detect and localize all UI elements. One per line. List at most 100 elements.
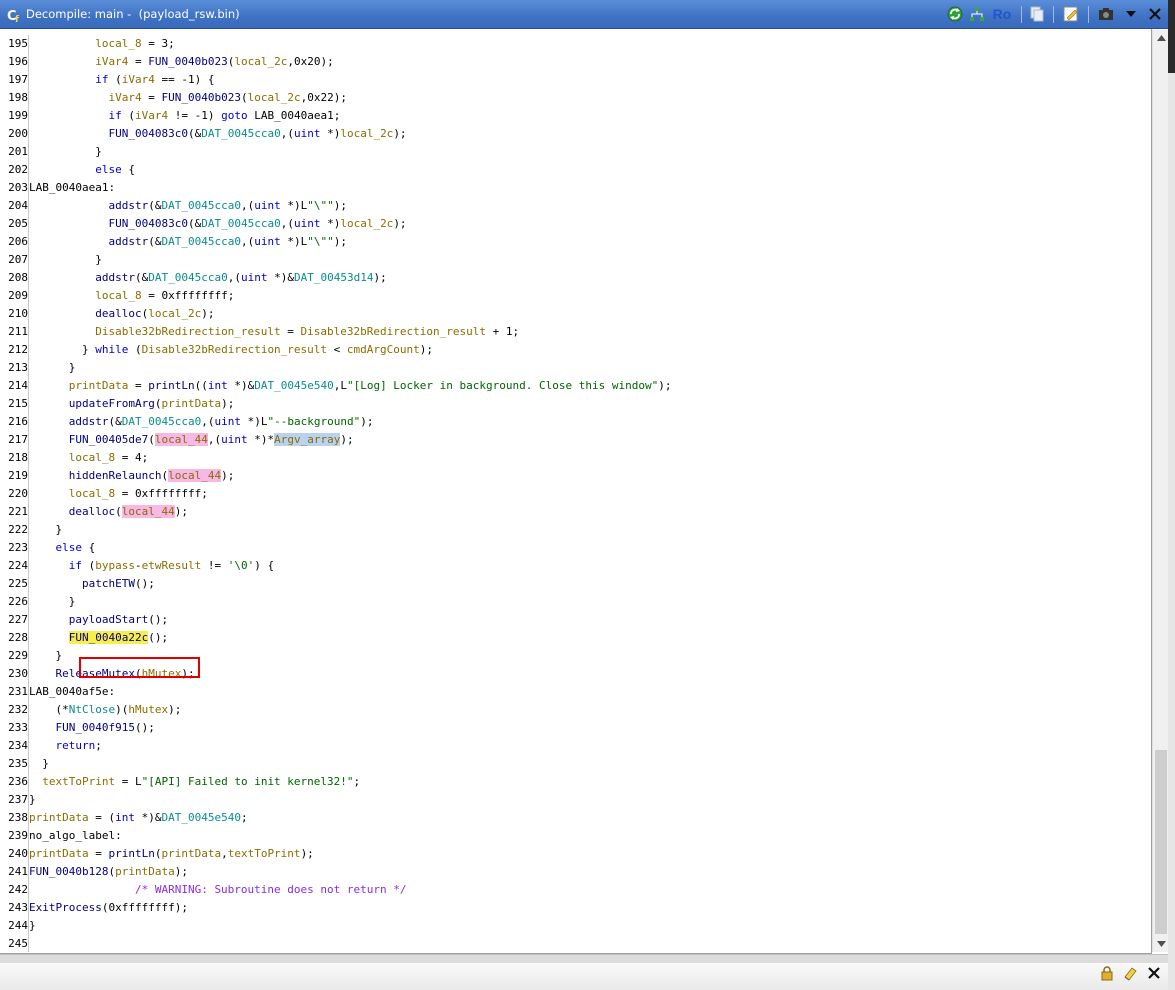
code-text[interactable]: iVar4 = FUN_0040b023(local_2c,0x22); <box>29 91 346 104</box>
code-line[interactable]: 229 } <box>0 647 1150 665</box>
dropdown-menu-button[interactable] <box>1122 5 1140 23</box>
code-line[interactable]: 236 textToPrint = L"[API] Failed to init… <box>0 773 1150 791</box>
code-line[interactable]: 230 ReleaseMutex(hMutex); <box>0 665 1150 683</box>
code-line[interactable]: 242 /* WARNING: Subroutine does not retu… <box>0 881 1150 899</box>
edit-button[interactable] <box>1062 5 1080 23</box>
decompiler-listing[interactable]: 195 local_8 = 3; 196 iVar4 = FUN_0040b023… <box>0 30 1151 952</box>
function-graph-button[interactable] <box>968 5 986 23</box>
code-line[interactable]: 238printData = (int *)&DAT_0045e540; <box>0 809 1150 827</box>
code-line[interactable]: 209 local_8 = 0xffffffff; <box>0 287 1150 305</box>
code-line[interactable]: 203LAB_0040aea1: <box>0 179 1150 197</box>
code-text[interactable]: ReleaseMutex(hMutex); <box>29 667 195 680</box>
code-line[interactable]: 195 local_8 = 3; <box>0 35 1150 53</box>
code-text[interactable]: hiddenRelaunch(local_44); <box>29 469 234 482</box>
code-text[interactable]: } <box>29 253 102 266</box>
code-line[interactable]: 241FUN_0040b128(printData); <box>0 863 1150 881</box>
code-line[interactable]: 220 local_8 = 0xffffffff; <box>0 485 1150 503</box>
lock-button[interactable] <box>1098 964 1116 982</box>
code-text[interactable]: local_8 = 0xffffffff; <box>29 289 234 302</box>
close-window-button[interactable] <box>1146 5 1164 23</box>
code-text[interactable]: if (iVar4 == -1) { <box>29 73 214 86</box>
code-line[interactable]: 200 FUN_004083c0(&DAT_0045cca0,(uint *)l… <box>0 125 1150 143</box>
code-line[interactable]: 228 FUN_0040a22c(); <box>0 629 1150 647</box>
code-line[interactable]: 211 Disable32bRedirection_result = Disab… <box>0 323 1150 341</box>
code-line[interactable]: 243ExitProcess(0xffffffff); <box>0 899 1150 917</box>
code-text[interactable]: FUN_004083c0(&DAT_0045cca0,(uint *)local… <box>29 217 406 230</box>
code-line[interactable]: 221 dealloc(local_44); <box>0 503 1150 521</box>
code-text[interactable]: else { <box>29 163 135 176</box>
code-line[interactable]: 206 addstr(&DAT_0045cca0,(uint *)L"\""); <box>0 233 1150 251</box>
eraser-button[interactable] <box>1121 964 1139 982</box>
code-text[interactable]: } <box>29 145 102 158</box>
code-line[interactable]: 245 <box>0 935 1150 952</box>
code-text[interactable]: ExitProcess(0xffffffff); <box>29 901 188 914</box>
code-text[interactable]: iVar4 = FUN_0040b023(local_2c,0x20); <box>29 55 333 68</box>
code-line[interactable]: 244} <box>0 917 1150 935</box>
code-line[interactable]: 197 if (iVar4 == -1) { <box>0 71 1150 89</box>
copy-button[interactable] <box>1028 5 1046 23</box>
code-line[interactable]: 214 printData = printLn((int *)&DAT_0045… <box>0 377 1150 395</box>
vertical-scrollbar[interactable] <box>1152 30 1168 952</box>
code-line[interactable]: 233 FUN_0040f915(); <box>0 719 1150 737</box>
code-line[interactable]: 235 } <box>0 755 1150 773</box>
code-text[interactable]: patchETW(); <box>29 577 155 590</box>
code-line[interactable]: 212 } while (Disable32bRedirection_resul… <box>0 341 1150 359</box>
code-line[interactable]: 215 updateFromArg(printData); <box>0 395 1150 413</box>
scrollbar-thumb[interactable] <box>1155 750 1167 934</box>
code-text[interactable]: payloadStart(); <box>29 613 168 626</box>
code-text[interactable]: addstr(&DAT_0045cca0,(uint *)&DAT_00453d… <box>29 271 386 284</box>
scroll-down-button[interactable] <box>1153 936 1169 952</box>
code-line[interactable]: 204 addstr(&DAT_0045cca0,(uint *)L"\""); <box>0 197 1150 215</box>
read-only-button[interactable]: Ro <box>990 5 1014 23</box>
code-text[interactable]: /* WARNING: Subroutine does not return *… <box>29 883 407 896</box>
code-text[interactable]: FUN_004083c0(&DAT_0045cca0,(uint *)local… <box>29 127 406 140</box>
code-text[interactable]: textToPrint = L"[API] Failed to init ker… <box>29 775 360 788</box>
code-line[interactable]: 231LAB_0040af5e: <box>0 683 1150 701</box>
code-text[interactable]: } <box>29 595 76 608</box>
code-text[interactable]: } while (Disable32bRedirection_result < … <box>29 343 433 356</box>
code-text[interactable]: printData = printLn(printData,textToPrin… <box>29 847 314 860</box>
code-line[interactable]: 198 iVar4 = FUN_0040b023(local_2c,0x22); <box>0 89 1150 107</box>
code-line[interactable]: 234 return; <box>0 737 1150 755</box>
code-text[interactable]: } <box>29 793 36 806</box>
code-line[interactable]: 205 FUN_004083c0(&DAT_0045cca0,(uint *)l… <box>0 215 1150 233</box>
code-line[interactable]: 218 local_8 = 4; <box>0 449 1150 467</box>
code-line[interactable]: 225 patchETW(); <box>0 575 1150 593</box>
code-text[interactable]: else { <box>29 541 96 554</box>
code-text[interactable]: LAB_0040aea1: <box>29 181 115 194</box>
code-line[interactable]: 210 dealloc(local_2c); <box>0 305 1150 323</box>
code-text[interactable]: } <box>29 757 49 770</box>
scroll-up-button[interactable] <box>1153 30 1169 46</box>
code-line[interactable]: 217 FUN_00405de7(local_44,(uint *)*Argv_… <box>0 431 1150 449</box>
code-line[interactable]: 199 if (iVar4 != -1) goto LAB_0040aea1; <box>0 107 1150 125</box>
code-text[interactable]: printData = printLn((int *)&DAT_0045e540… <box>29 379 672 392</box>
code-text[interactable]: } <box>29 919 36 932</box>
refresh-button[interactable] <box>946 5 964 23</box>
code-line[interactable]: 226 } <box>0 593 1150 611</box>
code-text[interactable]: no_algo_label: <box>29 829 122 842</box>
code-text[interactable]: addstr(&DAT_0045cca0,(uint *)L"--backgro… <box>29 415 374 428</box>
snapshot-button[interactable] <box>1097 5 1115 23</box>
code-line[interactable]: 232 (*NtClose)(hMutex); <box>0 701 1150 719</box>
code-line[interactable]: 219 hiddenRelaunch(local_44); <box>0 467 1150 485</box>
code-line[interactable]: 207 } <box>0 251 1150 269</box>
code-text[interactable]: local_8 = 3; <box>29 37 174 50</box>
code-text[interactable]: addstr(&DAT_0045cca0,(uint *)L"\""); <box>29 199 346 212</box>
code-line[interactable]: 208 addstr(&DAT_0045cca0,(uint *)&DAT_00… <box>0 269 1150 287</box>
code-text[interactable]: printData = (int *)&DAT_0045e540; <box>29 811 248 824</box>
horizontal-scrollbar[interactable] <box>0 955 1168 963</box>
code-line[interactable]: 227 payloadStart(); <box>0 611 1150 629</box>
code-text[interactable]: Disable32bRedirection_result = Disable32… <box>29 325 519 338</box>
code-text[interactable]: local_8 = 0xffffffff; <box>29 487 208 500</box>
code-text[interactable]: } <box>29 649 62 662</box>
code-line[interactable]: 237} <box>0 791 1150 809</box>
code-text[interactable]: if (iVar4 != -1) goto LAB_0040aea1; <box>29 109 340 122</box>
code-line[interactable]: 223 else { <box>0 539 1150 557</box>
code-text[interactable]: FUN_0040a22c(); <box>29 631 168 644</box>
code-line[interactable]: 222 } <box>0 521 1150 539</box>
code-text[interactable]: FUN_0040b128(printData); <box>29 865 188 878</box>
code-line[interactable]: 213 } <box>0 359 1150 377</box>
code-text[interactable]: } <box>29 361 76 374</box>
code-text[interactable]: addstr(&DAT_0045cca0,(uint *)L"\""); <box>29 235 346 248</box>
code-text[interactable]: dealloc(local_44); <box>29 505 188 518</box>
